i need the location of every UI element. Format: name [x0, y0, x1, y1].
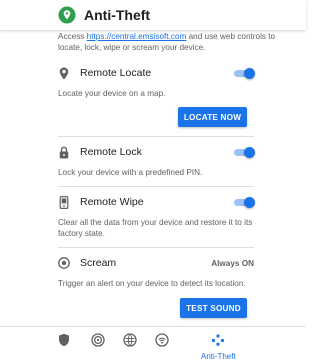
- remote-wipe-title: Remote Wipe: [80, 196, 144, 208]
- anti-theft-icon: [211, 333, 225, 351]
- nav-anti-theft-tab[interactable]: Anti-Theft: [201, 333, 236, 361]
- map-pin-icon: [58, 66, 70, 80]
- scream-section: Scream Always ON Trigger an alert on you…: [58, 255, 254, 289]
- shield-icon: [58, 333, 70, 352]
- nav-wifi-tab[interactable]: [155, 333, 169, 352]
- remote-lock-section: Remote Lock Lock your device with a pred…: [58, 144, 255, 178]
- remote-lock-toggle[interactable]: [234, 146, 255, 158]
- bottom-nav: Anti-Theft: [0, 326, 306, 361]
- divider: [58, 186, 254, 187]
- remote-locate-section: Remote Locate Locate your device on a ma…: [58, 65, 255, 99]
- nav-anti-theft-label: Anti-Theft: [201, 352, 236, 361]
- remote-locate-description: Locate your device on a map.: [58, 89, 166, 98]
- scream-description: Trigger an alert on your device to detec…: [58, 279, 246, 288]
- wipe-device-icon: [58, 195, 70, 209]
- divider: [58, 247, 254, 248]
- remote-locate-title: Remote Locate: [80, 67, 152, 79]
- scream-status: Always ON: [211, 258, 254, 268]
- intro-text: Access https://central.emsisoft.com and …: [58, 31, 290, 53]
- emsisoft-shield-logo-icon: [58, 6, 76, 24]
- lock-icon: [58, 145, 70, 159]
- nav-protection-tab[interactable]: [58, 333, 70, 352]
- intro-prefix: Access: [58, 32, 87, 41]
- page-title: Anti-Theft: [84, 7, 151, 23]
- remote-lock-description: Lock your device with a predefined PIN.: [58, 168, 203, 177]
- nav-privacy-tab[interactable]: [91, 333, 105, 352]
- central-link[interactable]: https://central.emsisoft.com: [87, 32, 187, 41]
- remote-locate-toggle[interactable]: [234, 67, 255, 79]
- remote-wipe-toggle[interactable]: [234, 196, 255, 208]
- app-bar: Anti-Theft: [0, 0, 306, 30]
- test-sound-button[interactable]: TEST SOUND: [180, 298, 247, 318]
- remote-wipe-description: Clear all the data from your device and …: [58, 218, 253, 238]
- scream-title: Scream: [80, 257, 117, 269]
- remote-lock-title: Remote Lock: [80, 146, 142, 158]
- locate-now-button[interactable]: LOCATE NOW: [178, 107, 247, 127]
- remote-wipe-section: Remote Wipe Clear all the data from your…: [58, 194, 255, 239]
- speaker-icon: [58, 256, 70, 270]
- globe-icon: [123, 333, 137, 352]
- fingerprint-icon: [91, 333, 105, 352]
- nav-web-protection-tab[interactable]: [123, 333, 137, 352]
- wifi-shield-icon: [155, 333, 169, 352]
- divider: [58, 136, 254, 137]
